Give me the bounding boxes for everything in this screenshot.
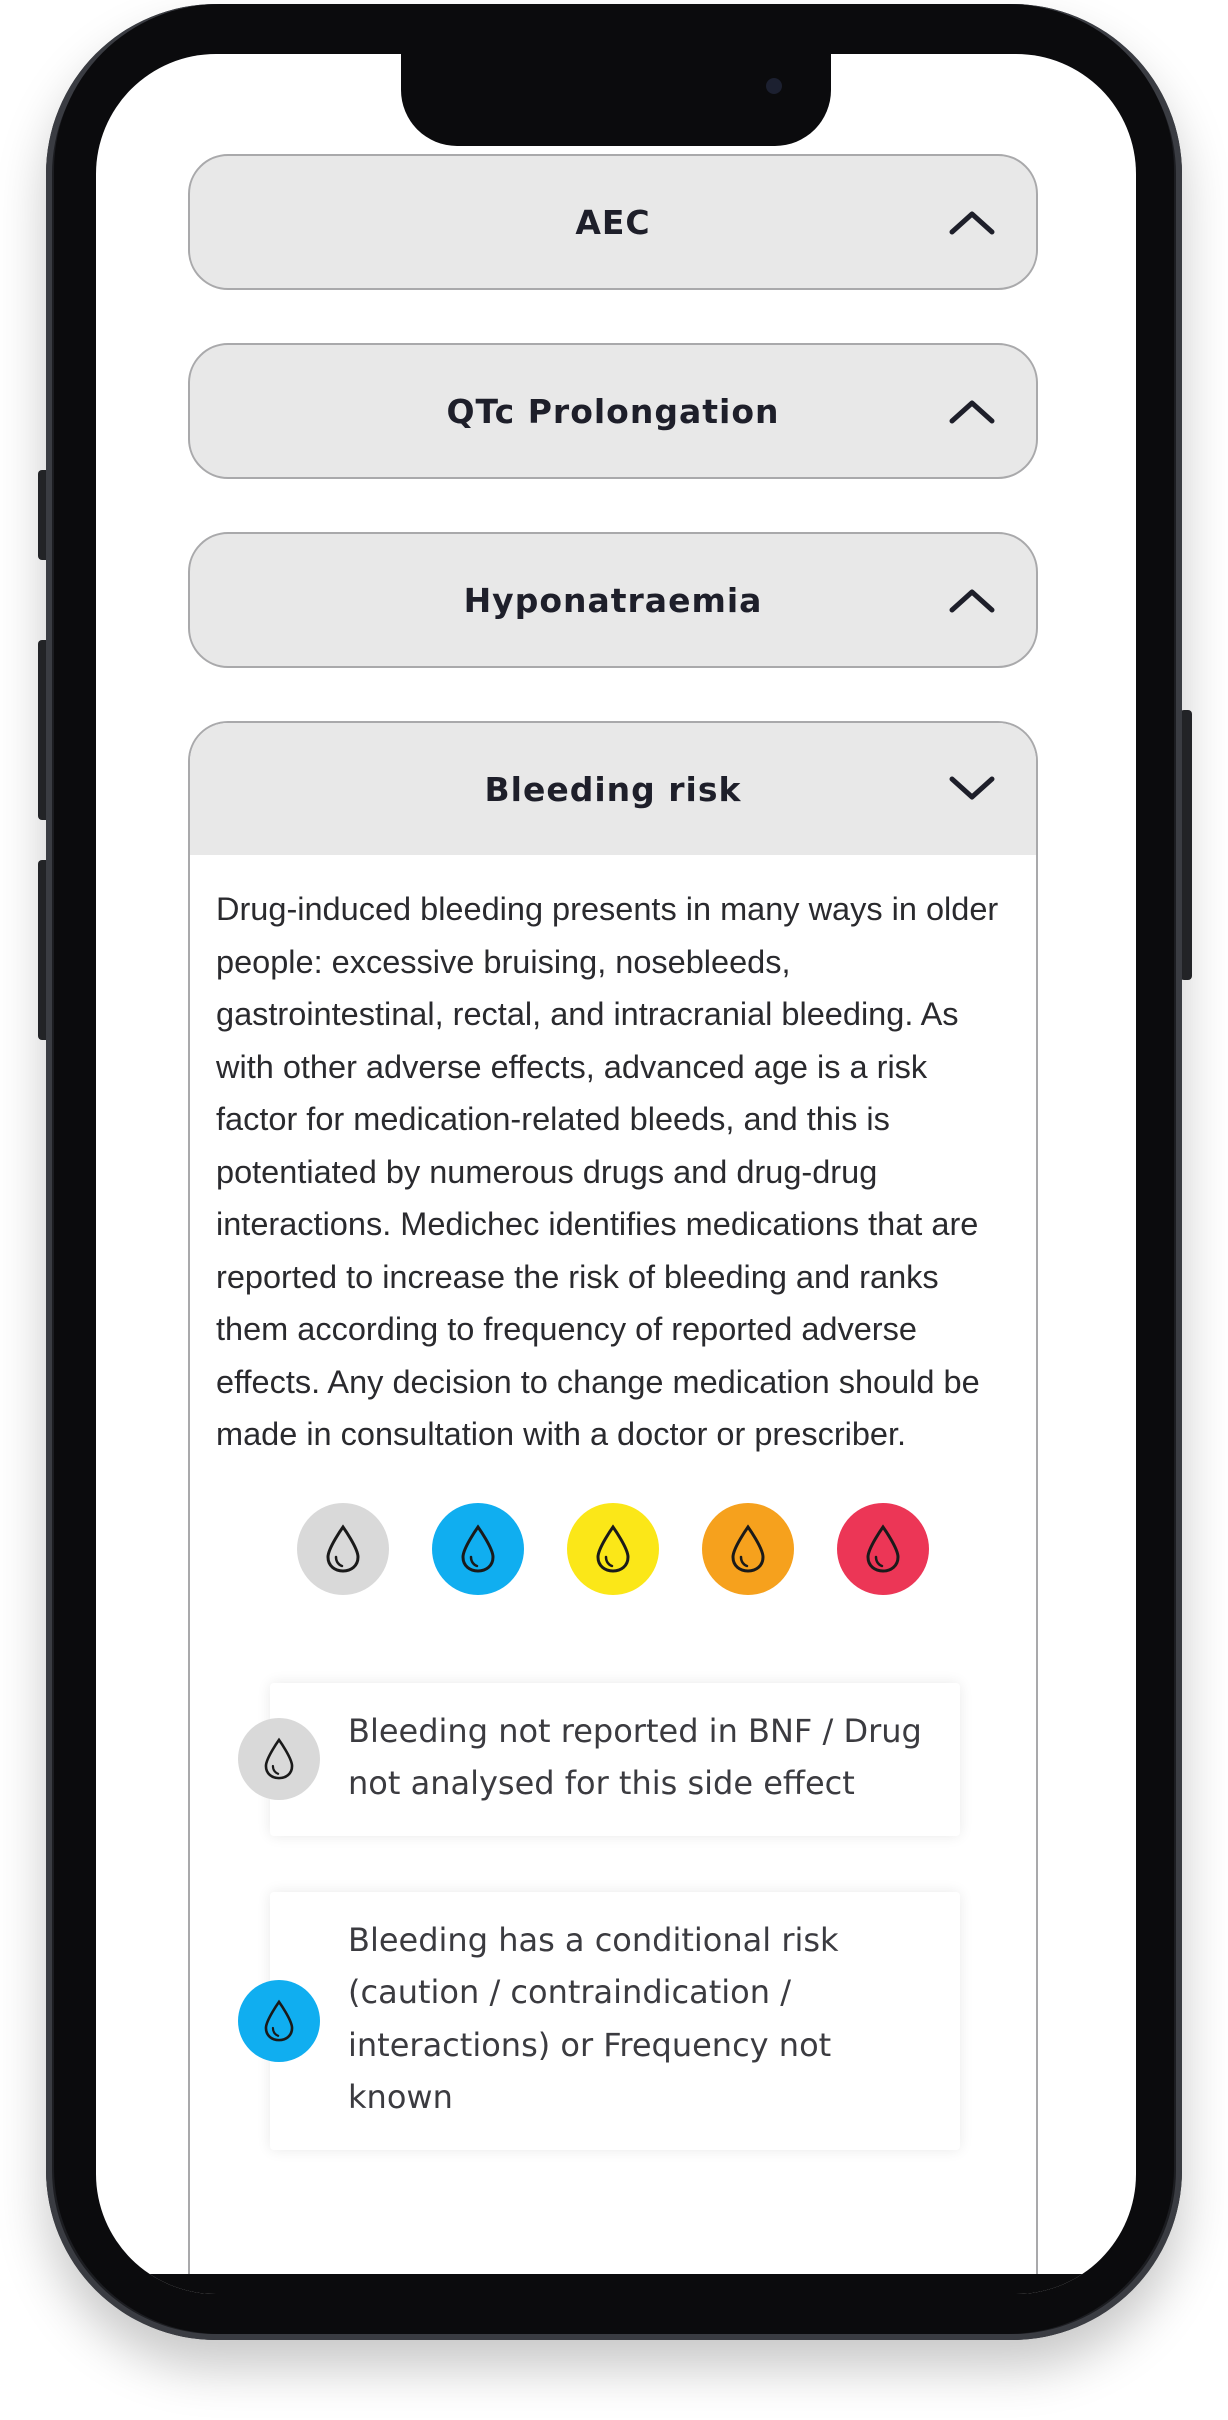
accordion-header[interactable]: Hyponatraemia [190,534,1036,666]
bleeding-risk-description: Drug-induced bleeding presents in many w… [216,891,999,1452]
chevron-down-icon[interactable] [948,775,996,803]
accordion-title: Bleeding risk [484,769,742,809]
accordion-aec[interactable]: AEC [188,154,1038,290]
accordion-title: AEC [575,202,651,242]
risk-level-icons [216,1502,1010,1595]
blood-drop-icon [297,1502,389,1595]
blood-drop-icon [837,1502,929,1595]
accordion-hyponatraemia[interactable]: Hyponatraemia [188,532,1038,668]
blood-drop-icon [702,1502,794,1595]
legend-text: Bleeding not reported in BNF / Drug not … [348,1711,922,1803]
accordion-header[interactable]: QTc Prolongation [190,345,1036,477]
accordion-bleeding-risk[interactable]: Bleeding risk Drug-induced bleeding pres… [188,721,1038,2281]
blood-drop-icon [432,1502,524,1595]
chevron-up-icon[interactable] [948,397,996,425]
device-mockup: AEC QTc Prolongation Hyponatraemia Bleed… [0,0,1228,2420]
accordion-title: Hyponatraemia [463,580,763,620]
accordion-header[interactable]: AEC [190,156,1036,288]
blood-drop-icon [238,1718,320,1800]
blood-drop-icon [238,1979,320,2062]
accordion-qtc-prolongation[interactable]: QTc Prolongation [188,343,1038,479]
camera-notch [401,54,831,146]
blood-drop-icon [567,1502,659,1595]
chevron-up-icon[interactable] [948,586,996,614]
legend-card-blue: Bleeding has a conditional risk (caution… [238,1891,960,2150]
phone-screen: AEC QTc Prolongation Hyponatraemia Bleed… [96,54,1136,2294]
accordion-title: QTc Prolongation [446,391,780,431]
front-camera [766,78,782,94]
legend-card-grey: Bleeding not reported in BNF / Drug not … [238,1682,960,1836]
screen-bottom-edge [96,2274,1136,2294]
legend-text: Bleeding has a conditional risk (caution… [348,1920,839,2117]
accordion-header[interactable]: Bleeding risk [190,723,1036,855]
accordion-body: Drug-induced bleeding presents in many w… [190,855,1036,2150]
chevron-up-icon[interactable] [948,208,996,236]
